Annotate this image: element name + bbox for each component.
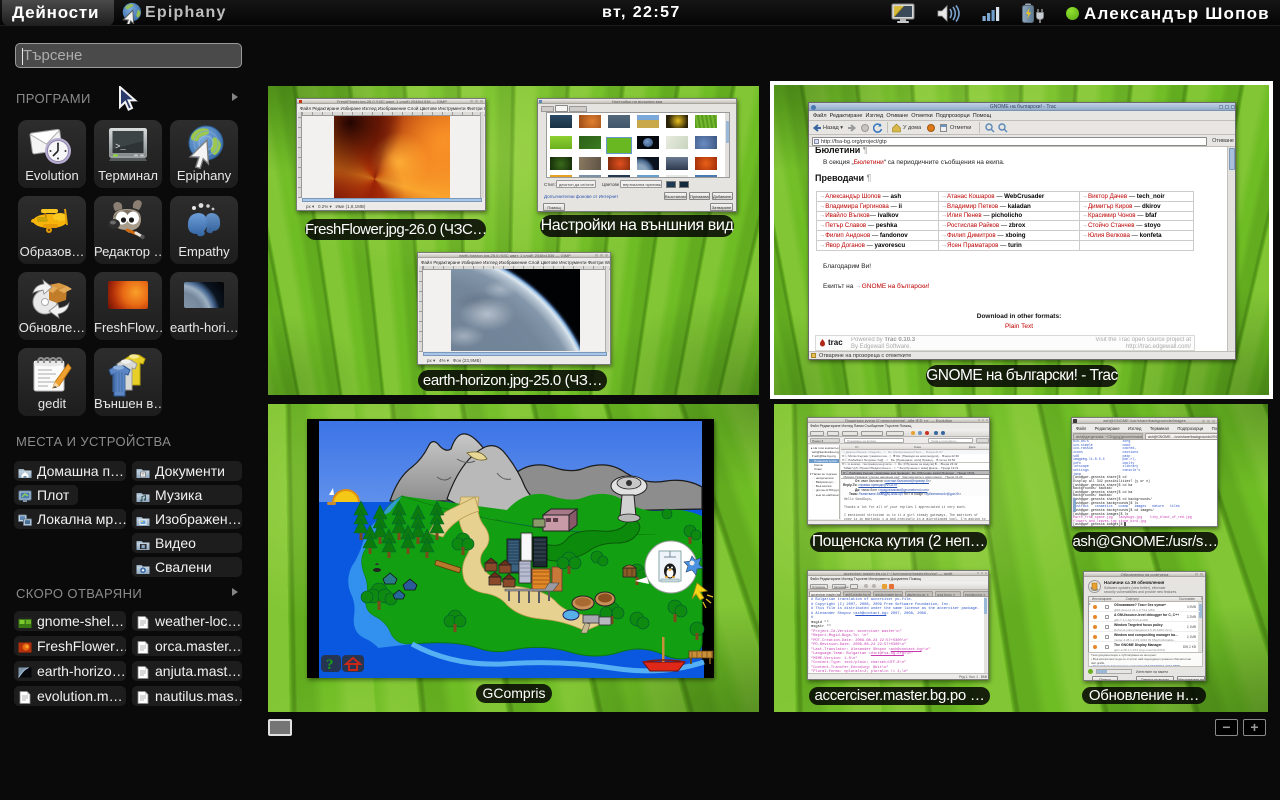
svg-text:?: ? bbox=[326, 657, 334, 673]
svg-text:>_: >_ bbox=[115, 142, 126, 152]
